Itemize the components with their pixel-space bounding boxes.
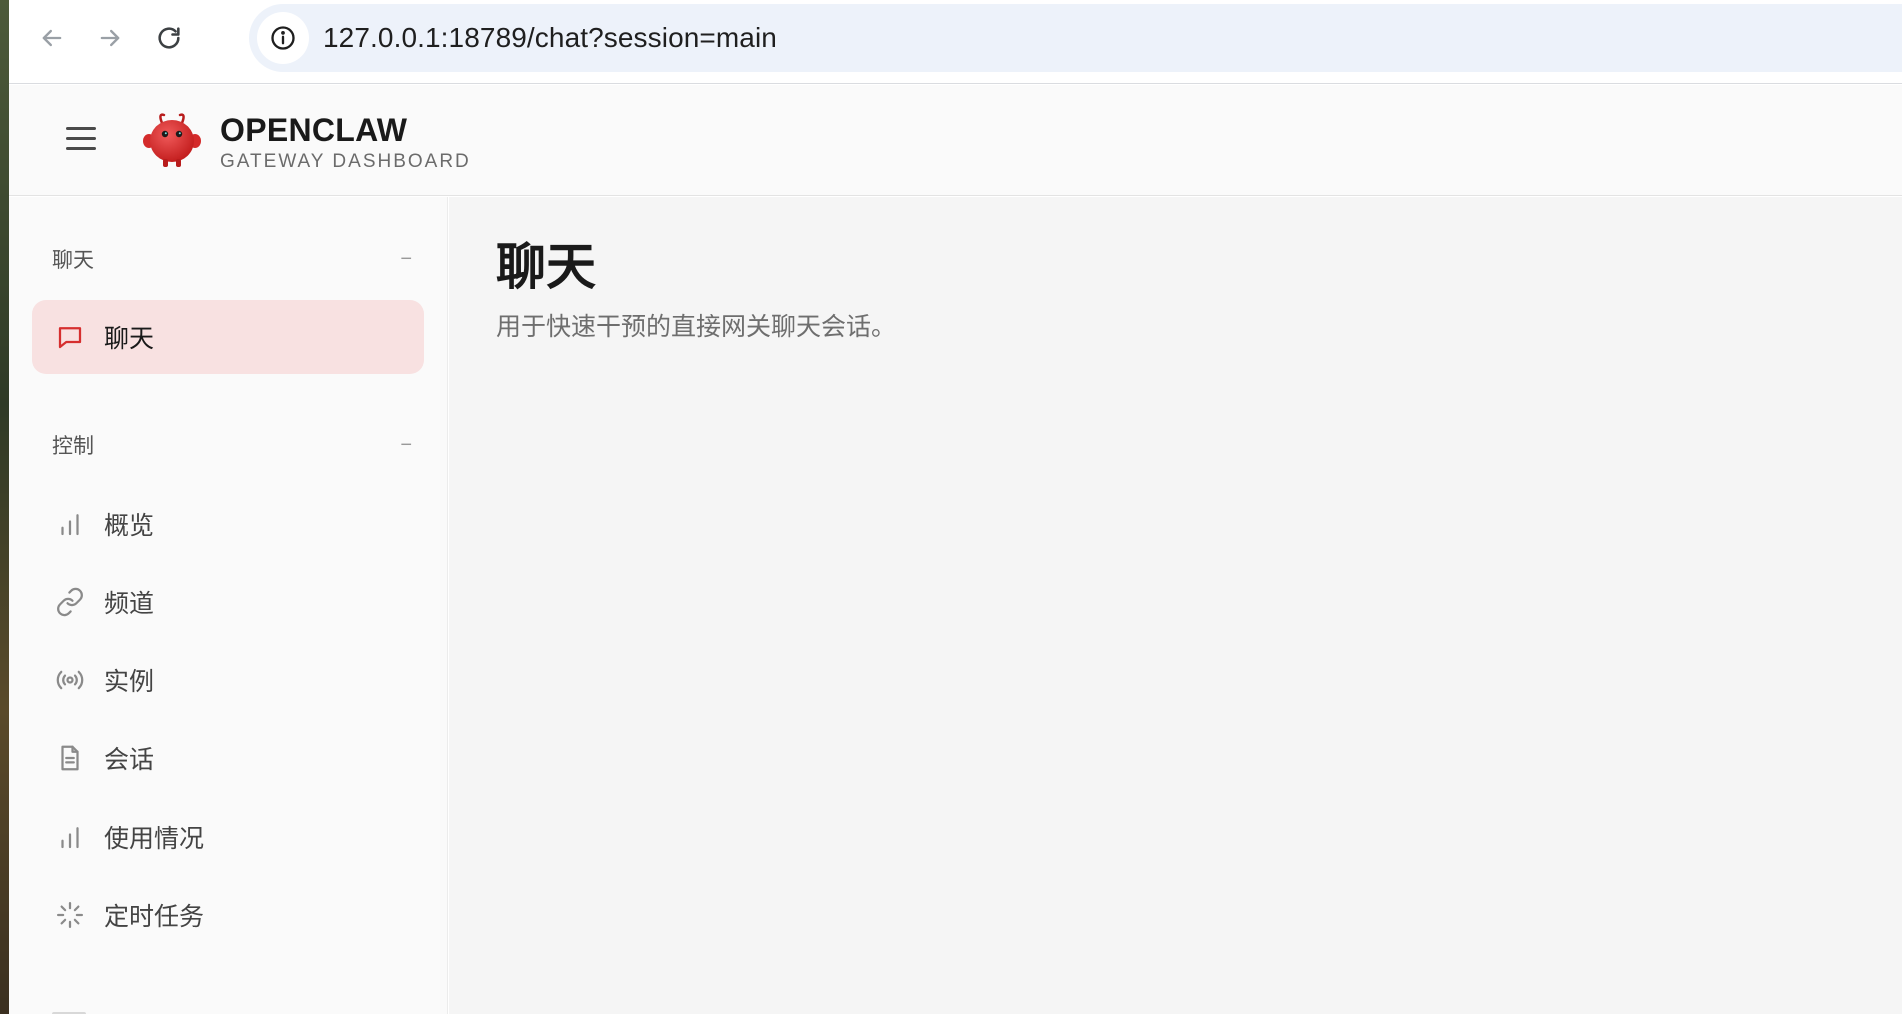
menu-icon [66,127,96,130]
sidebar: 聊天 − 聊天 控制 − 概览 频道 实例 会话 使用情况 定时任务 [9,197,448,1014]
reload-button[interactable] [149,18,189,58]
sidebar-item-channels[interactable]: 频道 [32,565,424,639]
link-icon [54,586,86,618]
collapse-icon[interactable]: − [400,434,412,457]
sidebar-item-label: 定时任务 [104,903,205,931]
desktop-background [0,0,9,1014]
loader-icon [54,899,86,931]
bar-chart-icon [54,508,86,540]
main-content: 聊天 用于快速干预的直接网关聊天会话。 [449,197,1902,1014]
document-icon [54,742,86,774]
sidebar-group-label: 聊天 [52,249,94,272]
sidebar-item-usage[interactable]: 使用情况 [32,800,424,874]
page-subtitle: 用于快速干预的直接网关聊天会话。 [496,313,897,341]
menu-toggle-button[interactable] [64,124,102,154]
sidebar-item-scheduled-tasks[interactable]: 定时任务 [32,878,424,952]
sidebar-item-label: 概览 [104,512,155,540]
address-bar[interactable]: 127.0.0.1:18789/chat?session=main [249,4,1902,72]
bar-chart-icon [54,821,86,853]
openclaw-logo-icon [143,113,201,167]
browser-toolbar: 127.0.0.1:18789/chat?session=main [9,0,1902,84]
info-icon [271,26,295,50]
sidebar-group-partial [52,1007,92,1014]
broadcast-icon [54,664,86,696]
sidebar-item-instances[interactable]: 实例 [32,643,424,717]
sidebar-item-chat[interactable]: 聊天 [32,300,424,374]
chat-bubble-icon [54,321,86,353]
brand-subtitle: GATEWAY DASHBOARD [220,151,471,172]
forward-button[interactable] [90,18,130,58]
browser-window: 127.0.0.1:18789/chat?session=main OPENCL… [9,0,1902,1014]
sidebar-item-sessions[interactable]: 会话 [32,721,424,795]
sidebar-item-overview[interactable]: 概览 [32,487,424,561]
sidebar-group-chat[interactable]: 聊天 − [52,244,412,274]
collapse-icon[interactable]: − [400,248,412,271]
sidebar-group-label: 控制 [52,435,94,458]
sidebar-item-label: 使用情况 [104,825,205,853]
arrow-right-icon [100,29,120,47]
page-title: 聊天 [496,239,596,295]
reload-icon [158,27,180,49]
sidebar-group-control[interactable]: 控制 − [52,430,412,460]
arrow-left-icon [42,29,62,47]
sidebar-item-label: 会话 [104,746,155,774]
brand-title: OPENCLAW [220,112,408,148]
sidebar-item-label: 频道 [104,590,155,618]
url-text[interactable]: 127.0.0.1:18789/chat?session=main [323,22,777,54]
sidebar-item-label: 聊天 [104,325,155,353]
app-header: OPENCLAW GATEWAY DASHBOARD [9,85,1902,196]
site-info-button[interactable] [257,12,309,64]
back-button[interactable] [32,18,72,58]
sidebar-item-label: 实例 [104,668,155,696]
